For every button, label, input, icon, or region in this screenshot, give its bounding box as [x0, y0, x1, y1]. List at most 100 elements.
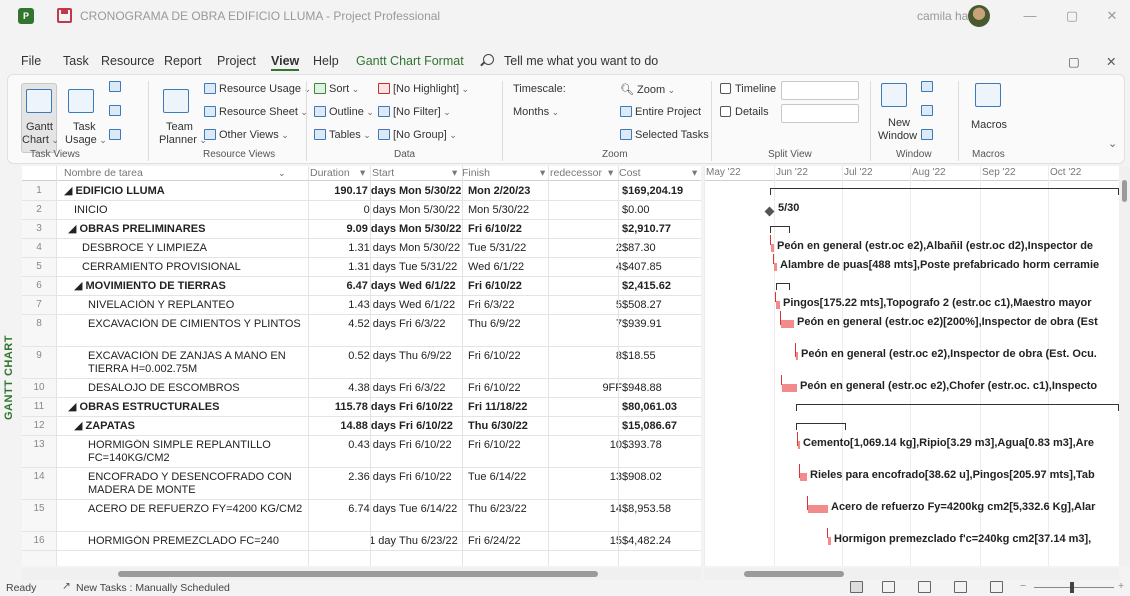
table-row[interactable]: 3 ◢ OBRAS PRELIMINARES 9.09 days Mon 5/30/2…	[22, 220, 701, 239]
row-id[interactable]: 3	[22, 223, 56, 234]
switch-windows-button[interactable]	[921, 81, 936, 93]
details-view-combo[interactable]	[781, 104, 859, 123]
task-predecessors[interactable]: 8	[550, 350, 622, 362]
filter-dropdown[interactable]: [No Filter]	[378, 106, 451, 118]
row-id[interactable]: 5	[22, 261, 56, 272]
vertical-scrollbar[interactable]	[1119, 166, 1130, 566]
task-bar[interactable]	[828, 537, 831, 545]
task-bar[interactable]	[796, 352, 798, 360]
report-shortcut-icon[interactable]	[990, 581, 1003, 593]
minimize-button[interactable]: —	[1020, 6, 1040, 26]
task-bar[interactable]	[781, 320, 794, 328]
table-row[interactable]: 4 DESBROCE Y LIMPIEZA 1.31 days Mon 5/30/22…	[22, 239, 701, 258]
task-finish[interactable]: Thu 6/30/22	[468, 420, 556, 432]
task-name[interactable]: NIVELACIÓN Y REPLANTEO	[64, 299, 326, 312]
col-filter-duration[interactable]: ▾	[360, 167, 365, 179]
task-name[interactable]: ENCOFRADO Y DESENCOFRADO CON MADERA DE M…	[64, 471, 326, 497]
task-duration[interactable]: 14.88 days	[318, 420, 396, 432]
team-planner-label-2[interactable]: Planner	[159, 134, 207, 146]
task-predecessors[interactable]: 4	[550, 261, 622, 273]
selected-tasks-button[interactable]: Selected Tasks	[620, 129, 709, 141]
task-finish[interactable]: Fri 6/10/22	[468, 350, 556, 362]
task-finish[interactable]: Fri 6/10/22	[468, 382, 556, 394]
task-bar[interactable]	[771, 244, 774, 252]
team-planner-label[interactable]: Team	[166, 121, 193, 133]
task-name[interactable]: HORMIGÓN PREMEZCLADO FC=240	[64, 535, 326, 548]
row-id[interactable]: 2	[22, 204, 56, 215]
sheet-scroll-thumb[interactable]	[118, 571, 598, 577]
close-window-button[interactable]: ✕	[1102, 6, 1122, 26]
table-row[interactable]: 7 NIVELACIÓN Y REPLANTEO 1.43 days Wed 6/1/…	[22, 296, 701, 315]
summary-bar[interactable]	[770, 188, 1119, 195]
network-diagram-button[interactable]	[109, 81, 124, 93]
avatar[interactable]	[968, 5, 990, 27]
entire-project-button[interactable]: Entire Project	[620, 106, 701, 118]
task-predecessors[interactable]: 7	[550, 318, 622, 330]
task-name[interactable]: EXCAVACIÓN DE ZANJAS A MANO EN TIERRA H=…	[64, 350, 326, 376]
tables-button[interactable]: Tables	[314, 129, 371, 141]
task-name[interactable]: ◢ ZAPATAS	[64, 420, 326, 433]
row-id[interactable]: 16	[22, 535, 56, 546]
other-views-button[interactable]: Other Views	[204, 129, 289, 141]
task-predecessors[interactable]: 2	[550, 242, 622, 254]
task-cost[interactable]: $407.85	[622, 261, 701, 273]
tab-gantt-chart-format[interactable]: Gantt Chart Format	[356, 54, 464, 68]
tab-resource[interactable]: Resource	[101, 54, 155, 68]
resource-usage-button[interactable]: Resource Usage	[204, 83, 311, 95]
table-row[interactable]: 9 EXCAVACIÓN DE ZANJAS A MANO EN TIERRA H…	[22, 347, 701, 379]
task-cost[interactable]: $508.27	[622, 299, 701, 311]
task-name[interactable]: DESBROCE Y LIMPIEZA	[64, 242, 326, 255]
summary-bar[interactable]	[796, 404, 1119, 411]
task-duration[interactable]: 6.47 days	[318, 280, 396, 292]
task-finish[interactable]: Mon 2/20/23	[468, 185, 556, 197]
task-bar[interactable]	[782, 384, 797, 392]
task-cost[interactable]: $80,061.03	[622, 401, 701, 413]
tab-view[interactable]: View	[271, 54, 300, 71]
task-cost[interactable]: $87.30	[622, 242, 701, 254]
task-cost[interactable]: $4,482.24	[622, 535, 701, 547]
task-name[interactable]: DESALOJO DE ESCOMBROS	[64, 382, 326, 395]
task-duration[interactable]: 4.38 days	[318, 382, 396, 394]
table-row[interactable]: 5 CERRAMIENTO PROVISIONAL 1.31 days Tue 5/3…	[22, 258, 701, 277]
task-duration[interactable]: 1.31 days	[318, 261, 396, 273]
task-bar[interactable]	[774, 263, 777, 271]
zoom-slider-thumb[interactable]	[1070, 582, 1074, 593]
ribbon-close-icon[interactable]: ✕	[1106, 54, 1116, 69]
task-cost[interactable]: $2,415.62	[622, 280, 701, 292]
row-id[interactable]: 1	[22, 185, 56, 196]
gantt-view-shortcut-icon[interactable]	[850, 581, 863, 593]
task-usage-label[interactable]: Task	[73, 121, 96, 133]
table-row[interactable]: 11 ◢ OBRAS ESTRUCTURALES 115.78 days Fri 6/…	[22, 398, 701, 417]
other-task-views-button[interactable]	[109, 129, 124, 141]
col-header-name[interactable]: Nombre de tarea	[64, 167, 143, 179]
tab-report[interactable]: Report	[164, 54, 202, 68]
table-row[interactable]: 2 INICIO 0 days Mon 5/30/22 Mon 5/30/22 $0.00	[22, 201, 701, 220]
task-finish[interactable]: Mon 5/30/22	[468, 204, 556, 216]
task-cost[interactable]: $939.91	[622, 318, 701, 330]
sort-button[interactable]: Sort	[314, 83, 359, 95]
col-header-start[interactable]: Start	[372, 167, 394, 179]
task-cost[interactable]: $8,953.58	[622, 503, 701, 515]
task-duration[interactable]: 6.74 days	[318, 503, 396, 515]
task-name[interactable]: ◢ MOVIMIENTO DE TIERRAS	[64, 280, 326, 293]
new-window-label[interactable]: New	[888, 117, 910, 129]
task-name[interactable]: ◢ EDIFICIO LLUMA	[64, 185, 326, 198]
task-predecessors[interactable]: 10	[550, 439, 622, 451]
gantt-scroll-thumb[interactable]	[744, 571, 844, 577]
task-predecessors[interactable]: 14	[550, 503, 622, 515]
ribbon-collapse-chevron-icon[interactable]: ⌄	[1108, 137, 1117, 150]
zoom-out-icon[interactable]: −	[1020, 580, 1026, 592]
task-name[interactable]: ◢ OBRAS ESTRUCTURALES	[64, 401, 326, 414]
table-row[interactable]: 12 ◢ ZAPATAS 14.88 days Fri 6/10/22 Thu 6/30…	[22, 417, 701, 436]
tab-file[interactable]: File	[21, 54, 41, 68]
task-bar[interactable]	[800, 473, 807, 481]
task-finish[interactable]: Fri 6/10/22	[468, 439, 556, 451]
zoom-slider-track[interactable]	[1034, 587, 1114, 588]
col-filter-cost[interactable]: ▾	[692, 167, 697, 179]
resource-sheet-shortcut-icon[interactable]	[954, 581, 967, 593]
row-id[interactable]: 6	[22, 280, 56, 291]
row-id[interactable]: 7	[22, 299, 56, 310]
task-duration[interactable]: 0.43 days	[318, 439, 396, 451]
task-cost[interactable]: $15,086.67	[622, 420, 701, 432]
tell-me-search[interactable]: Tell me what you want to do	[504, 54, 658, 68]
